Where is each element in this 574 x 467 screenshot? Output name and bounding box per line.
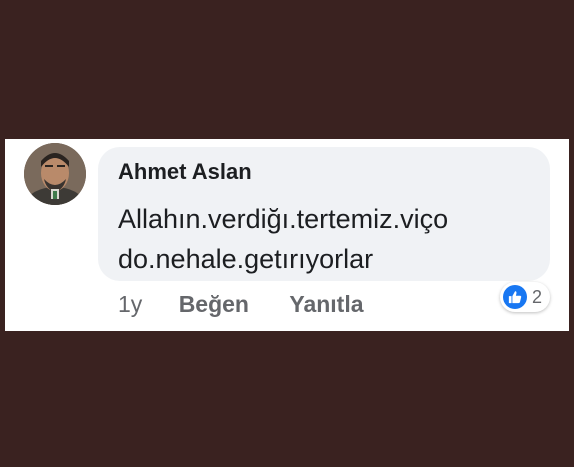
avatar-photo: [24, 143, 86, 205]
comment-author[interactable]: Ahmet Aslan: [118, 159, 252, 185]
like-button[interactable]: Beğen: [179, 291, 249, 318]
comment-card: Ahmet Aslan Allahın.verdiğı.tertemiz.viç…: [5, 139, 569, 331]
comment-text: Allahın.verdiğı.tertemiz.viço do.nehale.…: [118, 204, 449, 274]
avatar[interactable]: [24, 143, 86, 205]
comment-timestamp[interactable]: 1y: [118, 291, 142, 318]
like-thumb-icon: [503, 285, 527, 309]
reply-button[interactable]: Yanıtla: [289, 291, 363, 318]
reaction-count: 2: [532, 286, 543, 307]
comment-bubble: Ahmet Aslan Allahın.verdiğı.tertemiz.viç…: [98, 147, 550, 281]
comment-actions: 1y Beğen Yanıtla: [118, 290, 364, 318]
reaction-summary[interactable]: 2: [500, 282, 551, 312]
